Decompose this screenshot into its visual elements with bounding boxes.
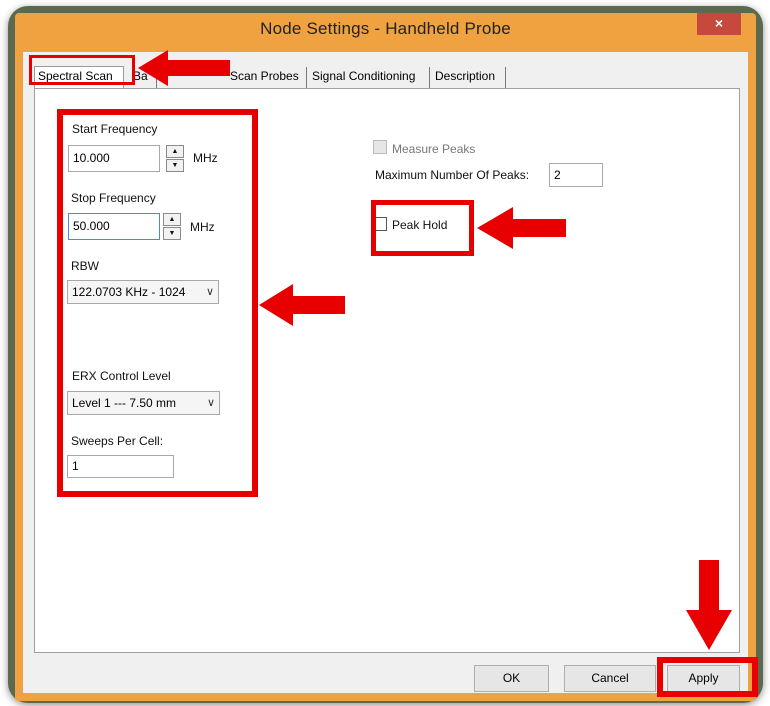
start-frequency-spinner[interactable]: ▲ ▼ — [166, 145, 184, 172]
sweeps-per-cell-label: Sweeps Per Cell: — [71, 434, 164, 448]
peak-hold-checkbox[interactable] — [373, 217, 387, 231]
sweeps-per-cell-input[interactable]: 1 — [67, 455, 174, 478]
erx-control-level-label: ERX Control Level — [72, 369, 171, 383]
down-arrow-icon — [686, 560, 732, 650]
tab-description[interactable]: Description — [432, 67, 506, 88]
start-frequency-label: Start Frequency — [72, 122, 158, 136]
cancel-button[interactable]: Cancel — [564, 665, 656, 692]
start-frequency-input[interactable]: 10.000 — [68, 145, 160, 172]
erx-control-level-dropdown[interactable]: Level 1 --- 7.50 mm ∨ — [67, 391, 220, 415]
ok-button[interactable]: OK — [474, 665, 549, 692]
tab-spectral-scan[interactable]: Spectral Scan — [34, 66, 124, 89]
stop-frequency-input[interactable]: 50.000 — [68, 213, 160, 240]
max-peaks-input[interactable]: 2 — [549, 163, 603, 187]
spin-up-icon[interactable]: ▲ — [166, 145, 184, 158]
stop-frequency-spinner[interactable]: ▲ ▼ — [163, 213, 181, 240]
peak-hold-label: Peak Hold — [392, 218, 448, 232]
erx-selected-value: Level 1 --- 7.50 mm — [72, 396, 177, 410]
left-arrow-icon — [259, 284, 345, 326]
spin-up-icon[interactable]: ▲ — [163, 213, 181, 226]
start-frequency-unit: MHz — [193, 151, 218, 165]
title-bar[interactable]: Node Settings - Handheld Probe × — [15, 13, 756, 51]
chevron-down-icon: ∨ — [205, 286, 214, 298]
measure-peaks-checkbox[interactable] — [373, 140, 387, 154]
tab-scan-probes[interactable]: Scan Probes — [230, 67, 307, 88]
max-peaks-label: Maximum Number Of Peaks: — [375, 168, 530, 182]
stop-frequency-label: Stop Frequency — [71, 191, 156, 205]
measure-peaks-label: Measure Peaks — [392, 142, 476, 156]
node-settings-dialog: Node Settings - Handheld Probe × Spectra… — [15, 13, 756, 701]
dialog-client-area: Spectral Scan Ba Scan Probes Signal Cond… — [23, 52, 748, 693]
apply-button[interactable]: Apply — [667, 665, 740, 692]
spectral-scan-page: Start Frequency 10.000 ▲ ▼ MHz Stop Freq… — [34, 88, 740, 653]
stop-frequency-unit: MHz — [190, 220, 215, 234]
window-title: Node Settings - Handheld Probe — [260, 19, 511, 38]
close-button[interactable]: × — [697, 13, 741, 35]
tab-signal-conditioning[interactable]: Signal Conditioning — [309, 67, 430, 88]
left-arrow-icon — [138, 50, 230, 86]
chevron-down-icon: ∨ — [206, 397, 215, 409]
rbw-label: RBW — [71, 259, 99, 273]
rbw-selected-value: 122.0703 KHz - 1024 — [72, 285, 186, 299]
spin-down-icon[interactable]: ▼ — [166, 159, 184, 172]
left-arrow-icon — [477, 207, 566, 249]
rbw-dropdown[interactable]: 122.0703 KHz - 1024 ∨ — [67, 280, 219, 304]
spin-down-icon[interactable]: ▼ — [163, 227, 181, 240]
